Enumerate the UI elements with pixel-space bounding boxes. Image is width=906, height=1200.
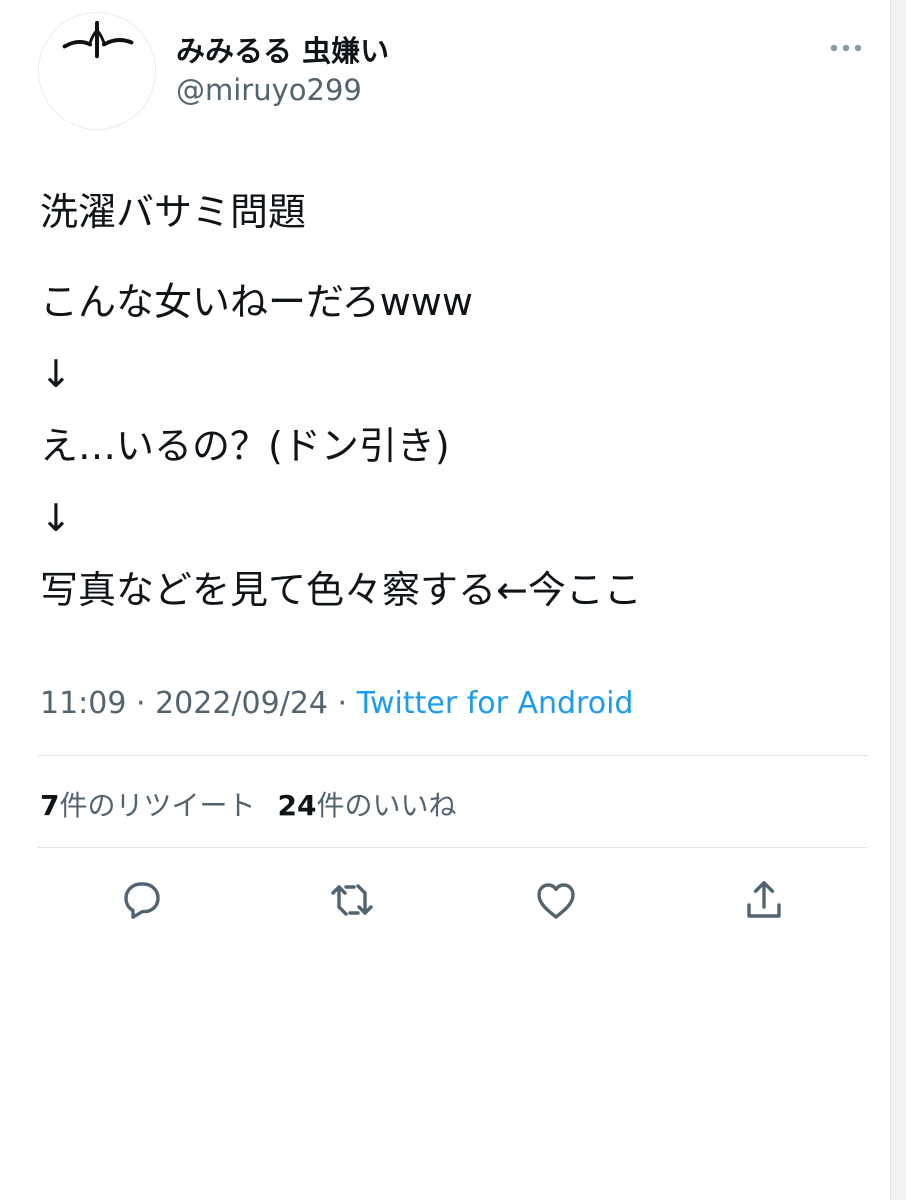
tweet-text-line: こんな女いねーだろwww (40, 280, 473, 324)
meta-separator: · (328, 686, 357, 721)
like-count-label: 件のいいね (316, 789, 457, 822)
divider (38, 755, 868, 756)
retweet-icon (331, 884, 373, 916)
more-horizontal-icon[interactable] (826, 38, 866, 58)
tweet-text-line: 洗濯バサミ問題 (40, 190, 307, 234)
retweet-count-label: 件のリツイート (59, 789, 256, 822)
heart-icon (537, 883, 575, 919)
reply-icon (124, 882, 160, 919)
avatar-bird-icon (62, 20, 134, 59)
tweet-text-line: え…いるの？(ドン引き) (40, 424, 450, 468)
reply-button[interactable] (118, 876, 166, 924)
retweet-button[interactable] (328, 876, 376, 924)
like-count-stat[interactable]: 24件のいいね (278, 789, 457, 822)
like-count: 24 (277, 789, 317, 822)
scroll-edge (890, 0, 906, 1200)
tweet-meta: 11:09 · 2022/09/24 · Twitter for Android (40, 686, 633, 721)
share-icon (747, 881, 781, 918)
author-handle[interactable]: @miruyo299 (176, 73, 362, 107)
tweet-text-line: ↓ (40, 352, 72, 396)
tweet-source-link[interactable]: Twitter for Android (357, 686, 634, 721)
tweet-time[interactable]: 11:09 (40, 686, 126, 721)
avatar[interactable] (38, 12, 156, 130)
tweet-text-line: 写真などを見て色々察する←今ここ (40, 568, 642, 612)
tweet-text-line: ↓ (40, 496, 72, 540)
like-button[interactable] (532, 876, 580, 924)
tweet-stats: 7件のリツイート 24件のいいね (40, 784, 456, 824)
retweet-count-stat[interactable]: 7件のリツイート (40, 789, 256, 822)
divider (38, 847, 868, 848)
share-button[interactable] (740, 876, 788, 924)
tweet-date[interactable]: 2022/09/24 (155, 686, 328, 721)
meta-separator: · (126, 686, 156, 721)
retweet-count: 7 (40, 789, 60, 822)
author-display-name[interactable]: みみるる 虫嫌い (176, 28, 389, 70)
